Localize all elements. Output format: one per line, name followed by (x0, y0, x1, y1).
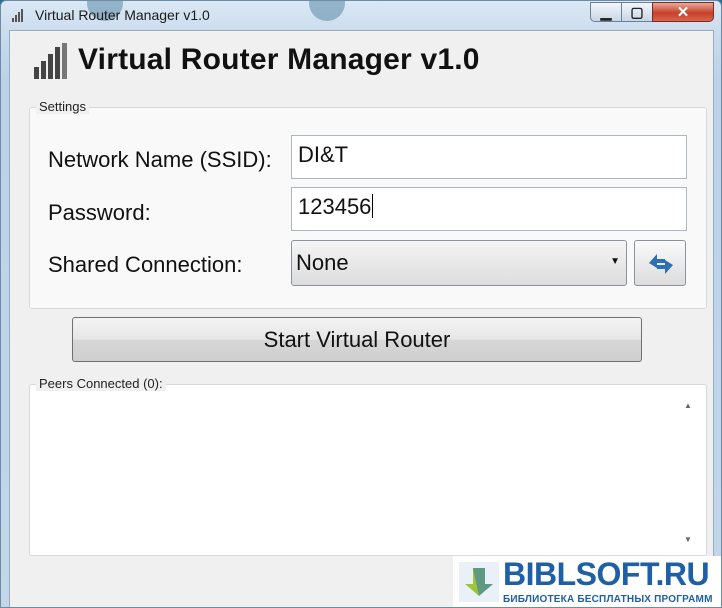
maximize-button[interactable]: ▢ (621, 2, 653, 22)
shared-connection-select[interactable]: None ▼ (291, 240, 627, 286)
refresh-icon (649, 254, 673, 274)
peers-list[interactable]: Peers Connected (0): ▲ ▼ (29, 376, 707, 556)
close-icon: ✕ (676, 4, 690, 21)
start-virtual-router-button[interactable]: Start Virtual Router (72, 317, 642, 362)
ssid-label: Network Name (SSID): (48, 147, 272, 172)
app-window: Virtual Router Manager v1.0 ▁ ▢ ✕ Virtua… (0, 0, 722, 608)
signal-bars-icon (34, 43, 67, 79)
watermark-title: BIBLSOFT.RU (503, 556, 710, 592)
maximize-icon: ▢ (630, 3, 644, 20)
password-label: Password: (48, 200, 151, 225)
shared-connection-label: Shared Connection: (48, 252, 243, 277)
watermark-subtitle: БИБЛИОТЕКА БЕСПЛАТНЫХ ПРОГРАММ (503, 594, 713, 605)
ssid-input-value: DI&T (298, 142, 349, 167)
settings-group-label: Settings (36, 99, 89, 114)
peers-group-label: Peers Connected (0): (36, 376, 166, 391)
download-arrow-icon (459, 562, 499, 602)
ssid-input[interactable]: DI&T (291, 135, 687, 179)
page-title: Virtual Router Manager v1.0 (78, 43, 480, 76)
scroll-up-icon[interactable]: ▲ (684, 401, 692, 410)
password-input-value: 123456 (298, 194, 372, 219)
close-button[interactable]: ✕ (652, 2, 714, 22)
password-input[interactable]: 123456 (291, 187, 687, 231)
window-title: Virtual Router Manager v1.0 (35, 7, 210, 23)
signal-bars-icon (12, 9, 23, 22)
chevron-down-icon: ▼ (610, 256, 620, 267)
minimize-icon: ▁ (600, 3, 612, 20)
shared-connection-value: None (296, 250, 349, 275)
main-panel: Virtual Router Manager v1.0 Settings Net… (9, 30, 714, 607)
minimize-button[interactable]: ▁ (590, 2, 622, 22)
scroll-down-icon[interactable]: ▼ (684, 535, 692, 544)
refresh-button[interactable] (634, 240, 686, 286)
title-bar[interactable]: Virtual Router Manager v1.0 ▁ ▢ ✕ (1, 1, 721, 29)
watermark: BIBLSOFT.RU БИБЛИОТЕКА БЕСПЛАТНЫХ ПРОГРА… (453, 556, 721, 607)
text-caret (372, 194, 374, 218)
